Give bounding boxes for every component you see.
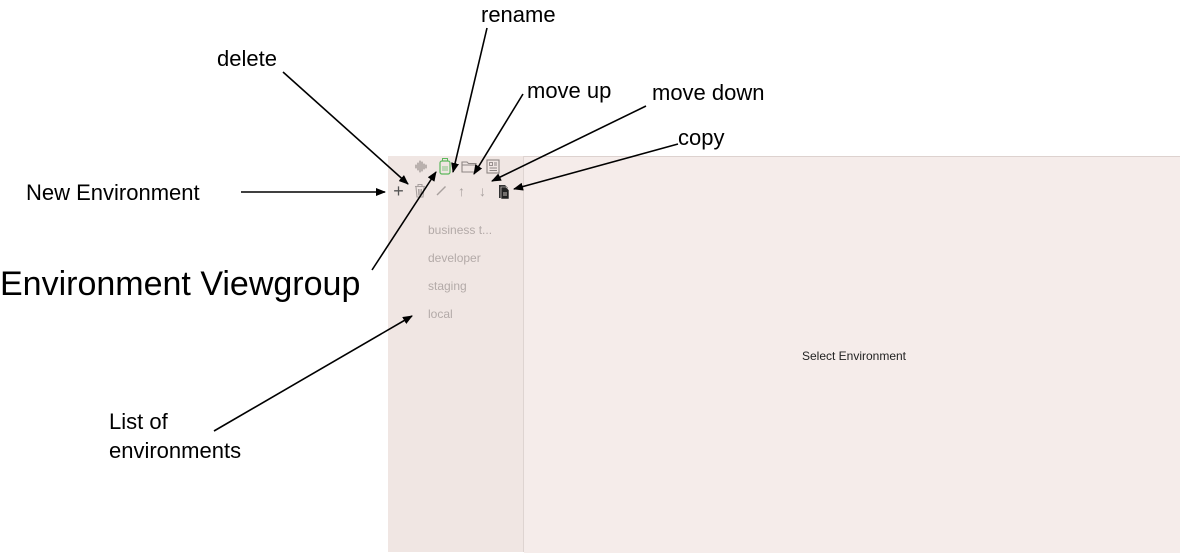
- rename-button[interactable]: [430, 181, 451, 201]
- environment-item[interactable]: staging: [428, 276, 508, 304]
- annotation-move-down: move down: [652, 80, 765, 106]
- main-panel: Select Environment: [524, 156, 1180, 553]
- sidebar: + ↑ ↓: [388, 156, 524, 552]
- trash-icon: [414, 184, 426, 198]
- plus-icon: +: [393, 182, 404, 200]
- annotation-delete: delete: [217, 46, 277, 72]
- annotation-move-up: move up: [527, 78, 611, 104]
- arrow-rename: [453, 28, 487, 172]
- app-window: + ↑ ↓: [388, 156, 1180, 552]
- environment-viewgroup: [412, 156, 502, 176]
- delete-button[interactable]: [409, 181, 430, 201]
- environment-icon[interactable]: [436, 157, 454, 175]
- annotation-copy: copy: [678, 125, 724, 151]
- environment-item[interactable]: developer: [428, 248, 508, 276]
- empty-state-message: Select Environment: [524, 349, 1180, 363]
- arrow-list-of-environments: [214, 316, 412, 431]
- arrow-down-icon: ↓: [479, 183, 486, 199]
- annotation-rename: rename: [481, 2, 556, 28]
- annotation-list-line1: List of: [109, 409, 241, 435]
- waveform-icon[interactable]: [412, 157, 430, 175]
- folder-icon[interactable]: [460, 157, 478, 175]
- copy-icon: [498, 184, 510, 199]
- annotation-list-line2: environments: [109, 438, 241, 464]
- environment-toolbar: + ↑ ↓: [388, 180, 514, 202]
- annotation-list-of-environments: List of environments: [109, 409, 241, 464]
- new-environment-button[interactable]: +: [388, 181, 409, 201]
- annotation-environment-viewgroup: Environment Viewgroup: [0, 264, 360, 304]
- move-up-button[interactable]: ↑: [451, 181, 472, 201]
- arrow-up-icon: ↑: [458, 183, 465, 199]
- pencil-icon: [435, 185, 447, 197]
- environment-item[interactable]: business t...: [428, 220, 508, 248]
- environment-list: business t... developer staging local: [428, 220, 508, 332]
- document-list-icon[interactable]: [484, 157, 502, 175]
- move-down-button[interactable]: ↓: [472, 181, 493, 201]
- annotation-new-environment: New Environment: [26, 180, 200, 206]
- copy-button[interactable]: [493, 181, 514, 201]
- environment-item[interactable]: local: [428, 304, 508, 332]
